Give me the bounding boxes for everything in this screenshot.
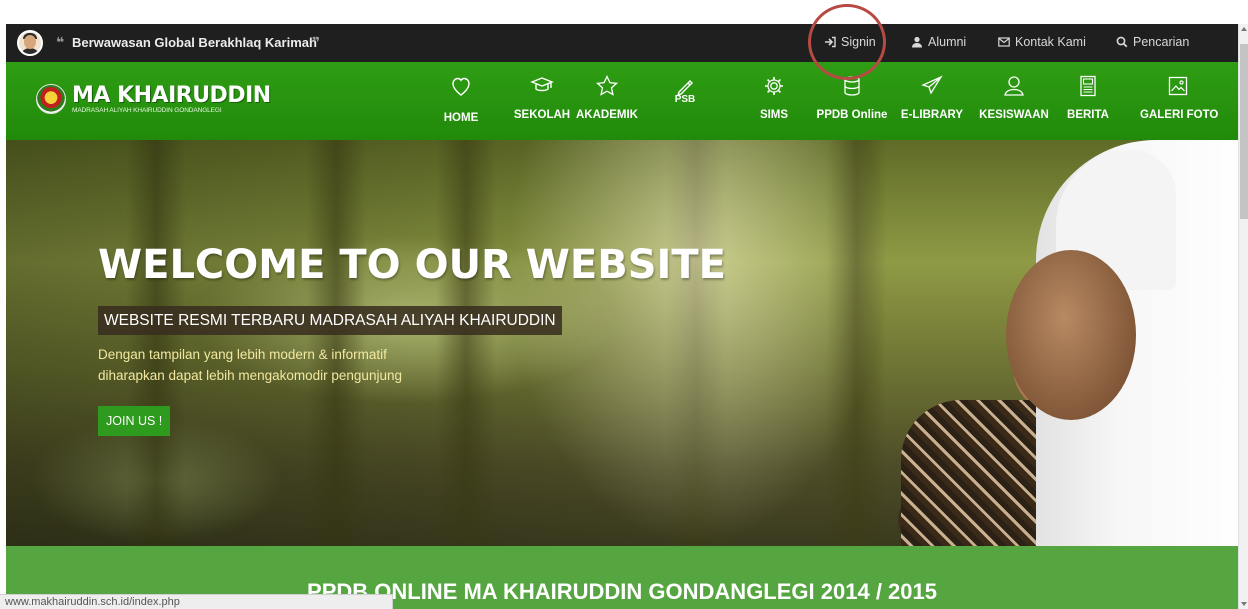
nav-berita-label: BERITA <box>1067 109 1109 121</box>
nav-ppdb-online[interactable]: PPDB Online <box>814 74 890 121</box>
gear-icon <box>765 77 783 95</box>
site-logo[interactable]: MA KHAIRUDDIN MADRASAH ALIYAH KHAIRUDDIN… <box>36 84 271 114</box>
logo-title: MA KHAIRUDDIN <box>72 82 271 108</box>
nav-sims[interactable]: SIMS <box>736 74 812 121</box>
search-icon <box>1116 36 1128 48</box>
nav-galeri-foto[interactable]: GALERI FOTO <box>1140 74 1219 121</box>
scroll-down-icon[interactable] <box>1241 602 1247 606</box>
join-us-button[interactable]: JOIN US ! <box>98 406 171 436</box>
nav-e-library[interactable]: E-LIBRARY <box>894 74 970 121</box>
logo-subtitle: MADRASAH ALIYAH KHAIRUDDIN GONDANGLEGI <box>72 106 222 114</box>
quote-close-icon: ❞ <box>312 34 321 50</box>
user-icon <box>912 36 922 48</box>
nav-kesiswaan[interactable]: KESISWAAN <box>976 74 1052 121</box>
status-url: www.makhairuddin.sch.id/index.php <box>0 594 393 609</box>
nav-akademik-label: AKADEMIK <box>576 109 638 121</box>
nav-akademik[interactable]: AKADEMIK <box>569 74 645 121</box>
hero-photo-cloth <box>901 400 1051 546</box>
main-navbar: MA KHAIRUDDIN MADRASAH ALIYAH KHAIRUDDIN… <box>6 62 1238 140</box>
page: ❝ Berwawasan Global Berakhlaq Karimah ❞ … <box>0 0 1248 609</box>
paper-plane-icon <box>921 75 943 95</box>
alumni-label: Alumni <box>928 35 967 49</box>
quote-open-icon: ❝ <box>56 34 65 50</box>
hero-description-line-2: diharapkan dapat lebih mengakomodir peng… <box>98 368 402 383</box>
nav-kesiswaan-label: KESISWAAN <box>979 109 1049 121</box>
hero-banner: WELCOME TO OUR WEBSITE WEBSITE RESMI TER… <box>6 140 1238 546</box>
top-bar: ❝ Berwawasan Global Berakhlaq Karimah ❞ … <box>6 24 1238 62</box>
nav-psb-label: PSB <box>674 94 696 105</box>
search-label: Pencarian <box>1133 35 1190 49</box>
hero-title: WELCOME TO OUR WEBSITE <box>98 242 727 288</box>
graduation-cap-icon <box>530 77 554 92</box>
scrollbar-thumb[interactable] <box>1240 44 1248 219</box>
signin-link[interactable]: Signin <box>824 35 876 49</box>
tagline: Berwawasan Global Berakhlaq Karimah <box>72 35 317 50</box>
envelope-icon <box>998 37 1010 47</box>
star-icon <box>595 74 619 96</box>
school-emblem-icon <box>36 84 66 114</box>
search-link[interactable]: Pencarian <box>1116 35 1189 49</box>
hero-subtitle: WEBSITE RESMI TERBARU MADRASAH ALIYAH KH… <box>98 306 562 335</box>
nav-e-library-label: E-LIBRARY <box>900 109 964 121</box>
nav-home[interactable]: HOME <box>423 74 499 124</box>
nav-home-label: HOME <box>443 112 479 124</box>
nav-sims-label: SIMS <box>759 109 789 121</box>
newspaper-icon <box>1080 75 1096 97</box>
alumni-link[interactable]: Alumni <box>911 35 966 49</box>
person-icon <box>1004 76 1024 96</box>
hero-photo-face <box>1006 250 1136 420</box>
scroll-up-icon[interactable] <box>1241 27 1247 31</box>
scrollbar[interactable] <box>1238 24 1248 609</box>
picture-icon <box>1168 76 1188 96</box>
avatar <box>17 30 43 56</box>
signin-label: Signin <box>841 35 876 49</box>
signin-icon <box>825 36 836 48</box>
nav-berita[interactable]: BERITA <box>1050 74 1126 121</box>
database-icon <box>844 76 860 96</box>
kontak-link[interactable]: Kontak Kami <box>998 35 1086 49</box>
heart-icon <box>452 77 470 96</box>
kontak-label: Kontak Kami <box>1015 35 1086 49</box>
hero-description-line-1: Dengan tampilan yang lebih modern & info… <box>98 347 387 362</box>
hero-description: Dengan tampilan yang lebih modern & info… <box>98 344 402 386</box>
nav-psb[interactable]: PSB <box>647 76 723 105</box>
nav-galeri-foto-label: GALERI FOTO <box>1140 109 1219 121</box>
nav-ppdb-online-label: PPDB Online <box>816 109 888 121</box>
